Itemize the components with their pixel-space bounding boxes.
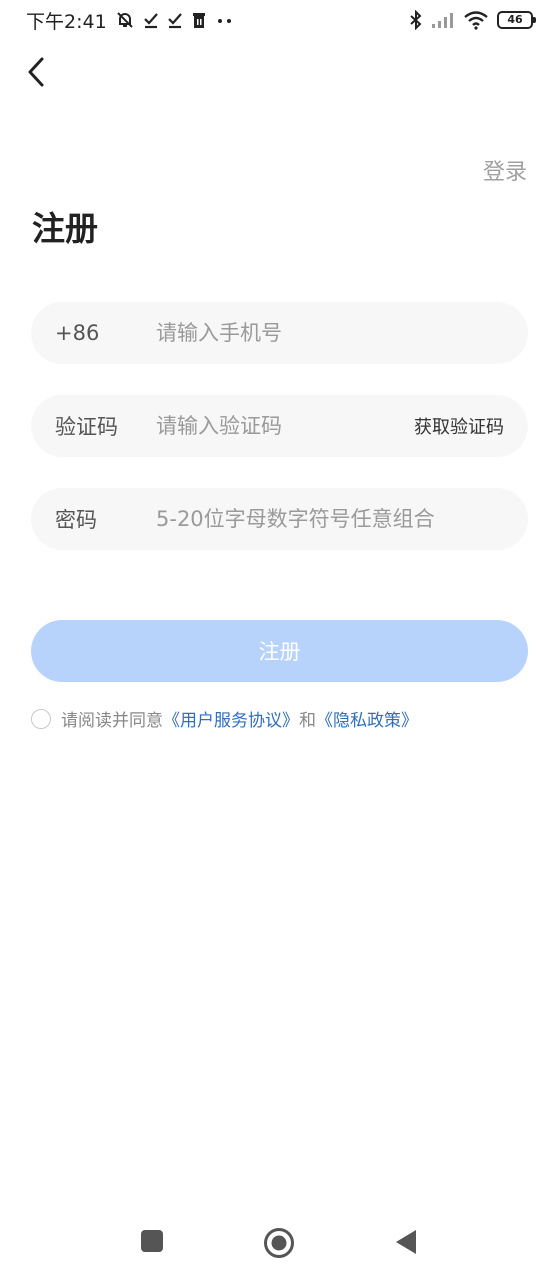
battery-icon: 46: [497, 11, 536, 29]
get-code-button[interactable]: 获取验证码: [414, 413, 504, 439]
system-nav-bar: [0, 1215, 559, 1271]
password-field: 密码: [31, 488, 528, 550]
password-input[interactable]: [156, 507, 504, 531]
wifi-icon: [464, 11, 488, 30]
check-icon: [143, 13, 158, 29]
chevron-left-icon: [28, 57, 44, 87]
bluetooth-icon: [410, 10, 422, 30]
battery-level: 46: [507, 13, 523, 26]
phone-input[interactable]: [156, 321, 504, 345]
trash-icon: [192, 13, 205, 28]
service-agreement-link[interactable]: 《用户服务协议》: [163, 706, 299, 731]
recents-button[interactable]: [140, 1229, 164, 1253]
login-link[interactable]: 登录: [483, 154, 527, 186]
bell-muted-icon: [116, 12, 133, 28]
signal-icon: [432, 13, 453, 28]
verification-code-label: 验证码: [55, 415, 118, 439]
verification-code-field: 验证码 获取验证码: [31, 395, 528, 457]
back-button[interactable]: [18, 52, 54, 92]
status-left: 下午2:41: [26, 7, 235, 34]
register-button[interactable]: 注册: [31, 620, 528, 682]
home-button[interactable]: [263, 1227, 295, 1259]
status-time: 下午2:41: [26, 10, 107, 33]
status-bar: 下午2:41 46: [0, 0, 559, 40]
more-dots-icon: [217, 19, 231, 23]
phone-field: +86: [31, 302, 528, 364]
privacy-policy-link[interactable]: 《隐私政策》: [316, 706, 418, 731]
agree-checkbox[interactable]: [31, 708, 51, 729]
check-icon: [167, 13, 182, 29]
password-label: 密码: [55, 508, 97, 532]
country-code-label[interactable]: +86: [55, 321, 156, 345]
agreement-row: 请阅读并同意 《用户服务协议》 和 《隐私政策》: [31, 706, 418, 731]
agreement-conjunction: 和: [299, 711, 316, 731]
agreement-prefix: 请阅读并同意: [61, 711, 163, 731]
register-screen: 下午2:41 46 登录 注册 +86 请输入手机号 验证码 请输入验证码 获取…: [0, 0, 559, 1280]
status-right: 46: [409, 10, 536, 30]
verification-code-input[interactable]: [156, 414, 414, 438]
page-title: 注册: [32, 209, 98, 248]
back-nav-button[interactable]: [394, 1229, 418, 1255]
